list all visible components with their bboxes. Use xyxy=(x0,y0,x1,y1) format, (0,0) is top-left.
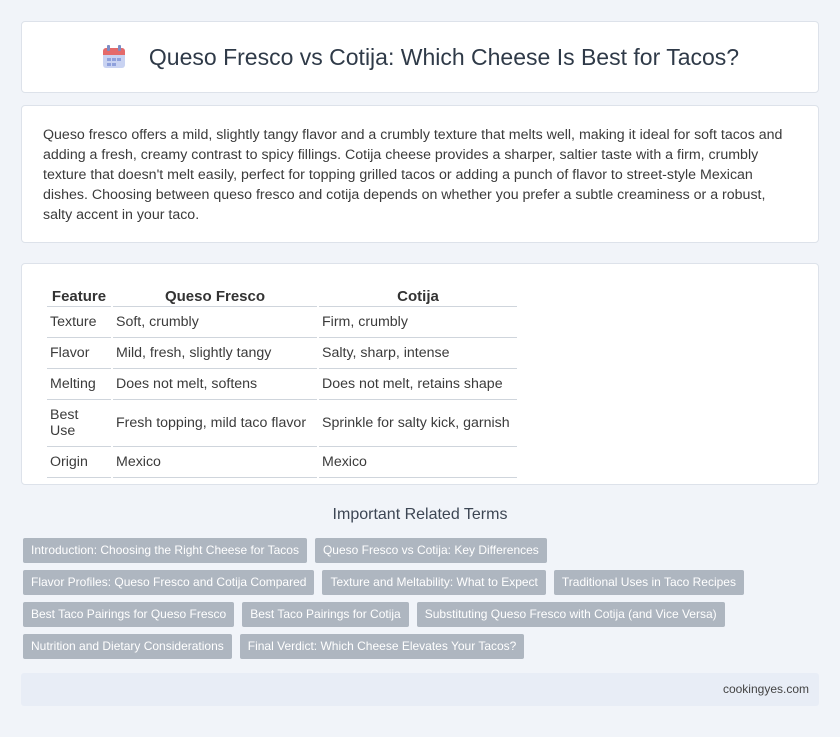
intro-card: Queso fresco offers a mild, slightly tan… xyxy=(21,105,819,243)
comparison-table: Feature Queso Fresco Cotija Texture Soft… xyxy=(45,286,519,478)
queso-fresco-value: Fresh topping, mild taco flavor xyxy=(113,400,317,447)
column-header-cotija: Cotija xyxy=(319,286,517,307)
related-term-tag[interactable]: Best Taco Pairings for Cotija xyxy=(242,602,409,627)
cotija-value: Salty, sharp, intense xyxy=(319,338,517,369)
footer: cookingyes.com xyxy=(21,673,819,706)
header-card: Queso Fresco vs Cotija: Which Cheese Is … xyxy=(21,21,819,93)
intro-paragraph: Queso fresco offers a mild, slightly tan… xyxy=(43,127,783,223)
queso-fresco-value: Mexico xyxy=(113,447,317,478)
row-feature: Melting xyxy=(47,369,111,400)
queso-fresco-value: Does not melt, softens xyxy=(113,369,317,400)
row-feature: Texture xyxy=(47,307,111,338)
cotija-value: Does not melt, retains shape xyxy=(319,369,517,400)
cotija-value: Sprinkle for salty kick, garnish xyxy=(319,400,517,447)
column-header-feature: Feature xyxy=(47,286,111,307)
column-header-queso-fresco: Queso Fresco xyxy=(113,286,317,307)
related-term-tag[interactable]: Best Taco Pairings for Queso Fresco xyxy=(23,602,235,627)
calendar-icon xyxy=(101,44,127,70)
footer-site-link[interactable]: cookingyes.com xyxy=(723,682,809,696)
row-feature: Origin xyxy=(47,447,111,478)
related-term-tag[interactable]: Texture and Meltability: What to Expect xyxy=(322,570,546,595)
related-term-tag[interactable]: Nutrition and Dietary Considerations xyxy=(23,634,232,659)
related-term-tag[interactable]: Traditional Uses in Taco Recipes xyxy=(553,570,744,595)
related-term-tag[interactable]: Flavor Profiles: Queso Fresco and Cotija… xyxy=(23,570,315,595)
table-row: Flavor Mild, fresh, slightly tangy Salty… xyxy=(47,338,517,369)
cotija-value: Mexico xyxy=(319,447,517,478)
cotija-value: Firm, crumbly xyxy=(319,307,517,338)
page-title: Queso Fresco vs Cotija: Which Cheese Is … xyxy=(148,43,740,70)
related-term-tag[interactable]: Queso Fresco vs Cotija: Key Differences xyxy=(314,538,547,563)
related-term-tag[interactable]: Final Verdict: Which Cheese Elevates You… xyxy=(239,634,525,659)
related-terms-list: Introduction: Choosing the Right Cheese … xyxy=(23,538,823,666)
table-header-row: Feature Queso Fresco Cotija xyxy=(47,286,517,307)
queso-fresco-value: Soft, crumbly xyxy=(113,307,317,338)
related-term-tag[interactable]: Introduction: Choosing the Right Cheese … xyxy=(23,538,307,563)
table-row: Texture Soft, crumbly Firm, crumbly xyxy=(47,307,517,338)
table-row: Best Use Fresh topping, mild taco flavor… xyxy=(47,400,517,447)
comparison-card: Feature Queso Fresco Cotija Texture Soft… xyxy=(21,263,819,485)
related-terms-title: Important Related Terms xyxy=(332,506,508,523)
row-feature: Best Use xyxy=(47,400,111,447)
row-feature: Flavor xyxy=(47,338,111,369)
table-row: Origin Mexico Mexico xyxy=(47,447,517,478)
related-term-tag[interactable]: Substituting Queso Fresco with Cotija (a… xyxy=(416,602,725,627)
table-row: Melting Does not melt, softens Does not … xyxy=(47,369,517,400)
queso-fresco-value: Mild, fresh, slightly tangy xyxy=(113,338,317,369)
